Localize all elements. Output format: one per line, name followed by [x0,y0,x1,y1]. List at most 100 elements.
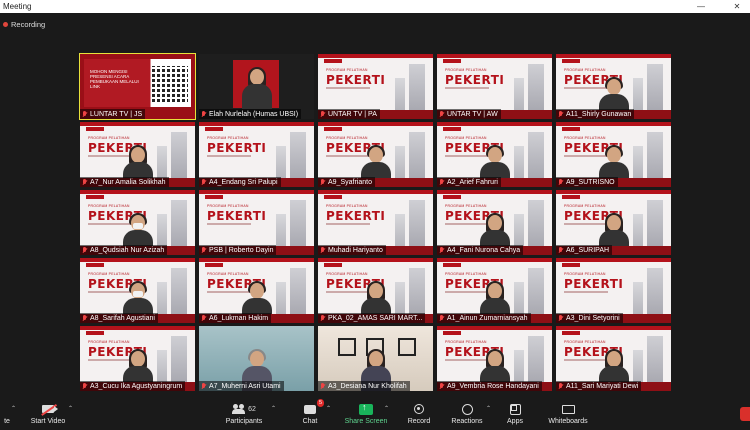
record-label: Record [407,418,431,425]
record-button[interactable]: Record [405,392,433,430]
chat-button[interactable]: 5 Chat [299,392,324,430]
slide-subtitle: PROGRAM PELATIHAN [445,68,487,72]
reactions-label: Reactions [451,418,483,425]
participant-tile[interactable]: PROGRAM PELATIHAN PEKERTI A6_SURIPAH [556,190,671,255]
slide-subtitle: PROGRAM PELATIHAN [445,340,487,344]
reactions-options-caret[interactable]: ⌃ [486,405,491,412]
reactions-button[interactable]: Reactions [450,392,484,430]
share-options-caret[interactable]: ⌃ [384,405,389,412]
reactions-icon [461,403,473,415]
share-screen-label: Share Screen [344,418,388,425]
slide-subtitle: PROGRAM PELATIHAN [207,204,249,208]
participant-tile[interactable]: PROGRAM PELATIHAN PEKERTI A3_Dini Setyorin… [556,258,671,323]
microphone-muted-icon [82,314,88,322]
participant-tile[interactable]: PROGRAM PELATIHAN PEKERTI A1_Ainun Zumarni… [437,258,552,323]
chat-label: Chat [302,418,318,425]
participant-tile[interactable]: MOHON MENGISI PRESENSI ACARA PEMBUKAAN M… [79,53,196,120]
participant-name-tag: A3_Cucu Ika Agustyaningrum [80,381,186,391]
close-button[interactable]: ✕ [728,0,746,13]
participant-tile[interactable]: PROGRAM PELATIHAN PEKERTI A9_SUTRISNO [556,122,671,187]
participant-name: A9_SUTRISNO [566,178,615,186]
share-screen-button[interactable]: Share Screen [344,392,388,430]
participant-tile[interactable]: PROGRAM PELATIHAN PEKERTI A7_Nur Amalia So… [80,122,195,187]
participant-tile[interactable]: PROGRAM PELATIHAN PEKERTI UNTAR TV | AW [437,54,552,119]
participant-name: A3_Cucu Ika Agustyaningrum [90,382,183,390]
participant-name-tag: LUNTAR TV | JS [80,109,146,119]
participant-name: Elah Nurlelah (Humas UBSI) [209,110,299,118]
participant-name-tag: A4_Endang Sri Palupi [199,177,281,187]
microphone-muted-icon [439,110,445,118]
participant-tile[interactable]: PROGRAM PELATIHAN PEKERTI A9_Syafrianto [318,122,433,187]
microphone-muted-icon [201,382,207,390]
slide-subtitle: PROGRAM PELATIHAN [564,68,606,72]
whiteboard-icon [561,404,575,414]
participant-tile[interactable]: PROGRAM PELATIHAN PEKERTI A2_Arief Fahruri [437,122,552,187]
participant-tile[interactable]: A3_Desiana Nur Kholifah [318,326,433,391]
participant-tile[interactable]: Elah Nurlelah (Humas UBSI) [199,54,314,119]
participant-name: LUNTAR TV | JS [90,110,143,118]
participant-tile[interactable]: PROGRAM PELATIHAN PEKERTI A3_Cucu Ika Agus… [80,326,195,391]
minimize-button[interactable]: — [692,0,710,13]
microphone-muted-icon [558,246,564,254]
participant-name-tag: PSB | Roberto Dayin [199,245,277,255]
microphone-muted-icon [439,246,445,254]
apps-button[interactable]: Apps [505,392,525,430]
microphone-muted-icon [201,246,207,254]
participants-options-caret[interactable]: ⌃ [271,405,276,412]
participants-button[interactable]: 62 Participants [222,392,266,430]
start-video-button[interactable]: Start Video [28,392,68,430]
record-icon [414,404,424,414]
slide-title: PEKERTI [326,73,386,87]
participant-tile[interactable]: PROGRAM PELATIHAN PEKERTI A4_Fani Nurona C… [437,190,552,255]
slide-subtitle: PROGRAM PELATIHAN [326,204,368,208]
slide-title: PEKERTI [564,277,624,291]
video-options-caret[interactable]: ⌃ [68,405,73,412]
slide-subtitle: PROGRAM PELATIHAN [445,204,487,208]
participant-name: A4_Fani Nurona Cahya [447,246,521,254]
participants-count: 62 [248,405,256,413]
participant-tile[interactable]: PROGRAM PELATIHAN PEKERTI A6_Lukman Hakim [199,258,314,323]
audio-options-caret[interactable]: ⌃ [11,405,16,412]
participant-name-tag: A3_Desiana Nur Kholifah [318,381,410,391]
slide-title: PEKERTI [207,141,267,155]
participant-tile[interactable]: PROGRAM PELATIHAN PEKERTI PKA_02_AMAS SARI… [318,258,433,323]
recording-label: Recording [11,20,46,29]
end-meeting-button[interactable] [740,407,750,421]
microphone-muted-icon [320,110,326,118]
slide-subtitle: PROGRAM PELATIHAN [88,340,130,344]
participant-tile[interactable]: A7_Muherni Asri Utami [199,326,314,391]
participant-name-tag: A6_Lukman Hakim [199,313,272,323]
chat-options-caret[interactable]: ⌃ [326,405,331,412]
participant-tile[interactable]: PROGRAM PELATIHAN PEKERTI UNTAR TV | PA [318,54,433,119]
microphone-muted-icon [320,382,326,390]
participant-name: PKA_02_AMAS SARI MART... [328,314,423,322]
participant-tile[interactable]: PROGRAM PELATIHAN PEKERTI A4_Endang Sri Pa… [199,122,314,187]
participant-name: A11_Sari Mariyati Dewi [566,382,639,390]
participant-name: Muhadi Hariyanto [328,246,383,254]
participant-tile[interactable]: PROGRAM PELATIHAN PEKERTI A11_Shirly Gunaw… [556,54,671,119]
video-camera-icon [41,403,58,416]
microphone-muted-icon [439,382,445,390]
start-video-label: Start Video [30,418,66,425]
participant-tile[interactable]: PROGRAM PELATIHAN PEKERTI Muhadi Hariyanto [318,190,433,255]
chat-badge: 5 [316,398,324,407]
whiteboards-button[interactable]: Whiteboards [547,392,589,430]
slide-title: PEKERTI [326,209,386,223]
microphone-muted-icon [82,178,88,186]
participant-tile[interactable]: PROGRAM PELATIHAN PEKERTI A8_Sarifah Agust… [80,258,195,323]
recording-indicator[interactable]: Recording [3,20,45,29]
participant-tile[interactable]: PROGRAM PELATIHAN PEKERTI PSB | Roberto Da… [199,190,314,255]
microphone-muted-icon [320,178,326,186]
participant-name: A4_Endang Sri Palupi [209,178,278,186]
slide-subtitle: PROGRAM PELATIHAN [445,136,487,140]
participant-tile[interactable]: PROGRAM PELATIHAN PEKERTI A11_Sari Mariyat… [556,326,671,391]
microphone-muted-icon [201,178,207,186]
microphone-muted-icon [558,178,564,186]
participant-name-tag: PKA_02_AMAS SARI MART... [318,313,426,323]
microphone-muted-icon [82,110,88,118]
microphone-muted-icon [201,314,207,322]
participant-tile[interactable]: PROGRAM PELATIHAN PEKERTI A8_Qudsiah Nur A… [80,190,195,255]
participant-name-tag: A6_SURIPAH [556,245,613,255]
participant-tile[interactable]: PROGRAM PELATIHAN PEKERTI A9_Vembria Rose … [437,326,552,391]
slide-subtitle: PROGRAM PELATIHAN [445,272,487,276]
